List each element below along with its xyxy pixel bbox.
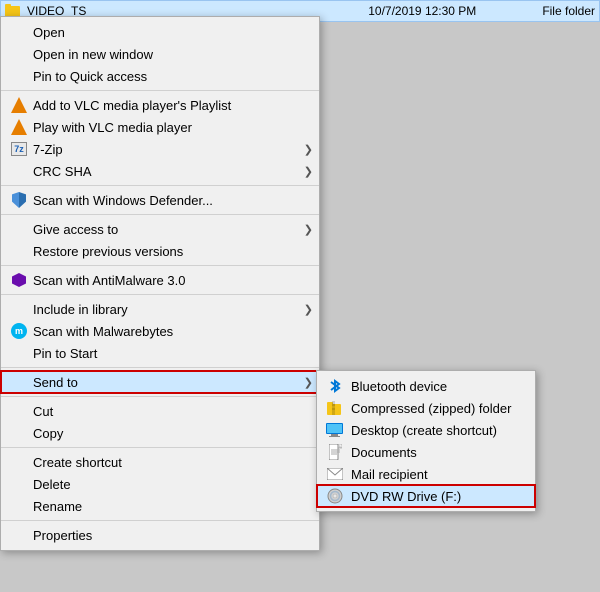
menu-item-restore-versions[interactable]: Restore previous versions xyxy=(1,240,319,262)
menu-item-scan-defender[interactable]: Scan with Windows Defender... xyxy=(1,189,319,211)
submenu-item-compressed[interactable]: Compressed (zipped) folder xyxy=(317,397,535,419)
7zip-arrow: ❯ xyxy=(304,143,313,156)
send-to-icon xyxy=(9,374,29,390)
defender-icon xyxy=(9,192,29,208)
compressed-icon xyxy=(325,400,345,416)
file-type: File folder xyxy=(542,4,595,18)
separator-3 xyxy=(1,214,319,215)
menu-item-pin-start[interactable]: Pin to Start xyxy=(1,342,319,364)
copy-label: Copy xyxy=(33,426,295,441)
menu-item-create-shortcut[interactable]: Create shortcut xyxy=(1,451,319,473)
crc-sha-arrow: ❯ xyxy=(304,165,313,178)
menu-item-rename[interactable]: Rename xyxy=(1,495,319,517)
pin-quick-access-label: Pin to Quick access xyxy=(33,69,295,84)
menu-item-delete[interactable]: Delete xyxy=(1,473,319,495)
open-new-window-label: Open in new window xyxy=(33,47,295,62)
menu-item-include-library[interactable]: Include in library ❯ xyxy=(1,298,319,320)
menu-item-give-access[interactable]: Give access to ❯ xyxy=(1,218,319,240)
separator-9 xyxy=(1,520,319,521)
7zip-label: 7-Zip xyxy=(33,142,295,157)
mail-label: Mail recipient xyxy=(351,467,428,482)
submenu-item-documents[interactable]: Documents xyxy=(317,441,535,463)
dvd-icon xyxy=(325,488,345,504)
menu-item-send-to[interactable]: Send to ❯ xyxy=(1,371,319,393)
documents-label: Documents xyxy=(351,445,417,460)
menu-item-scan-malwarebytes[interactable]: m Scan with Malwarebytes xyxy=(1,320,319,342)
separator-5 xyxy=(1,294,319,295)
bluetooth-label: Bluetooth device xyxy=(351,379,447,394)
create-shortcut-icon xyxy=(9,454,29,470)
documents-icon xyxy=(325,444,345,460)
menu-item-copy[interactable]: Copy xyxy=(1,422,319,444)
submenu-item-mail[interactable]: Mail recipient xyxy=(317,463,535,485)
submenu-item-bluetooth[interactable]: Bluetooth device xyxy=(317,375,535,397)
malwarebytes-icon: m xyxy=(9,323,29,339)
mail-icon xyxy=(325,466,345,482)
vlc-play-icon xyxy=(9,119,29,135)
menu-item-7zip[interactable]: 7z 7-Zip ❯ xyxy=(1,138,319,160)
include-library-icon xyxy=(9,301,29,317)
open-icon xyxy=(9,24,29,40)
rename-label: Rename xyxy=(33,499,295,514)
give-access-arrow: ❯ xyxy=(304,223,313,236)
compressed-label: Compressed (zipped) folder xyxy=(351,401,511,416)
desktop-label: Desktop (create shortcut) xyxy=(351,423,497,438)
submenu-item-dvd[interactable]: DVD RW Drive (F:) xyxy=(317,485,535,507)
menu-item-scan-antimalware[interactable]: Scan with AntiMalware 3.0 xyxy=(1,269,319,291)
send-to-submenu: Bluetooth device Compressed (zipped) fol… xyxy=(316,370,536,512)
separator-8 xyxy=(1,447,319,448)
delete-label: Delete xyxy=(33,477,295,492)
copy-icon xyxy=(9,425,29,441)
dvd-label: DVD RW Drive (F:) xyxy=(351,489,461,504)
pin-start-icon xyxy=(9,345,29,361)
desktop-shortcut-icon xyxy=(325,422,345,438)
context-menu: Open Open in new window Pin to Quick acc… xyxy=(0,16,320,551)
vlc-playlist-icon xyxy=(9,97,29,113)
scan-defender-label: Scan with Windows Defender... xyxy=(33,193,295,208)
scan-malwarebytes-label: Scan with Malwarebytes xyxy=(33,324,295,339)
cut-label: Cut xyxy=(33,404,295,419)
crc-sha-icon xyxy=(9,163,29,179)
add-vlc-playlist-label: Add to VLC media player's Playlist xyxy=(33,98,295,113)
send-to-arrow: ❯ xyxy=(304,376,313,389)
antimalware-icon xyxy=(9,272,29,288)
menu-item-properties[interactable]: Properties xyxy=(1,524,319,546)
menu-item-crc-sha[interactable]: CRC SHA ❯ xyxy=(1,160,319,182)
separator-1 xyxy=(1,90,319,91)
menu-item-open[interactable]: Open xyxy=(1,21,319,43)
separator-4 xyxy=(1,265,319,266)
send-to-label: Send to xyxy=(33,375,295,390)
menu-item-play-vlc[interactable]: Play with VLC media player xyxy=(1,116,319,138)
properties-label: Properties xyxy=(33,528,295,543)
give-access-icon xyxy=(9,221,29,237)
separator-7 xyxy=(1,396,319,397)
give-access-label: Give access to xyxy=(33,222,295,237)
7zip-icon: 7z xyxy=(9,141,29,157)
restore-versions-icon xyxy=(9,243,29,259)
create-shortcut-label: Create shortcut xyxy=(33,455,295,470)
rename-icon xyxy=(9,498,29,514)
pin-quick-access-icon xyxy=(9,68,29,84)
properties-icon xyxy=(9,527,29,543)
include-library-arrow: ❯ xyxy=(304,303,313,316)
cut-icon xyxy=(9,403,29,419)
crc-sha-label: CRC SHA xyxy=(33,164,295,179)
open-label: Open xyxy=(33,25,295,40)
file-date: 10/7/2019 12:30 PM xyxy=(368,4,476,18)
open-new-window-icon xyxy=(9,46,29,62)
menu-item-add-vlc-playlist[interactable]: Add to VLC media player's Playlist xyxy=(1,94,319,116)
bluetooth-icon xyxy=(325,378,345,394)
submenu-item-desktop[interactable]: Desktop (create shortcut) xyxy=(317,419,535,441)
separator-2 xyxy=(1,185,319,186)
play-vlc-label: Play with VLC media player xyxy=(33,120,295,135)
separator-6 xyxy=(1,367,319,368)
pin-start-label: Pin to Start xyxy=(33,346,295,361)
menu-item-cut[interactable]: Cut xyxy=(1,400,319,422)
delete-icon xyxy=(9,476,29,492)
menu-item-pin-quick-access[interactable]: Pin to Quick access xyxy=(1,65,319,87)
scan-antimalware-label: Scan with AntiMalware 3.0 xyxy=(33,273,295,288)
menu-item-open-new-window[interactable]: Open in new window xyxy=(1,43,319,65)
include-library-label: Include in library xyxy=(33,302,295,317)
restore-versions-label: Restore previous versions xyxy=(33,244,295,259)
